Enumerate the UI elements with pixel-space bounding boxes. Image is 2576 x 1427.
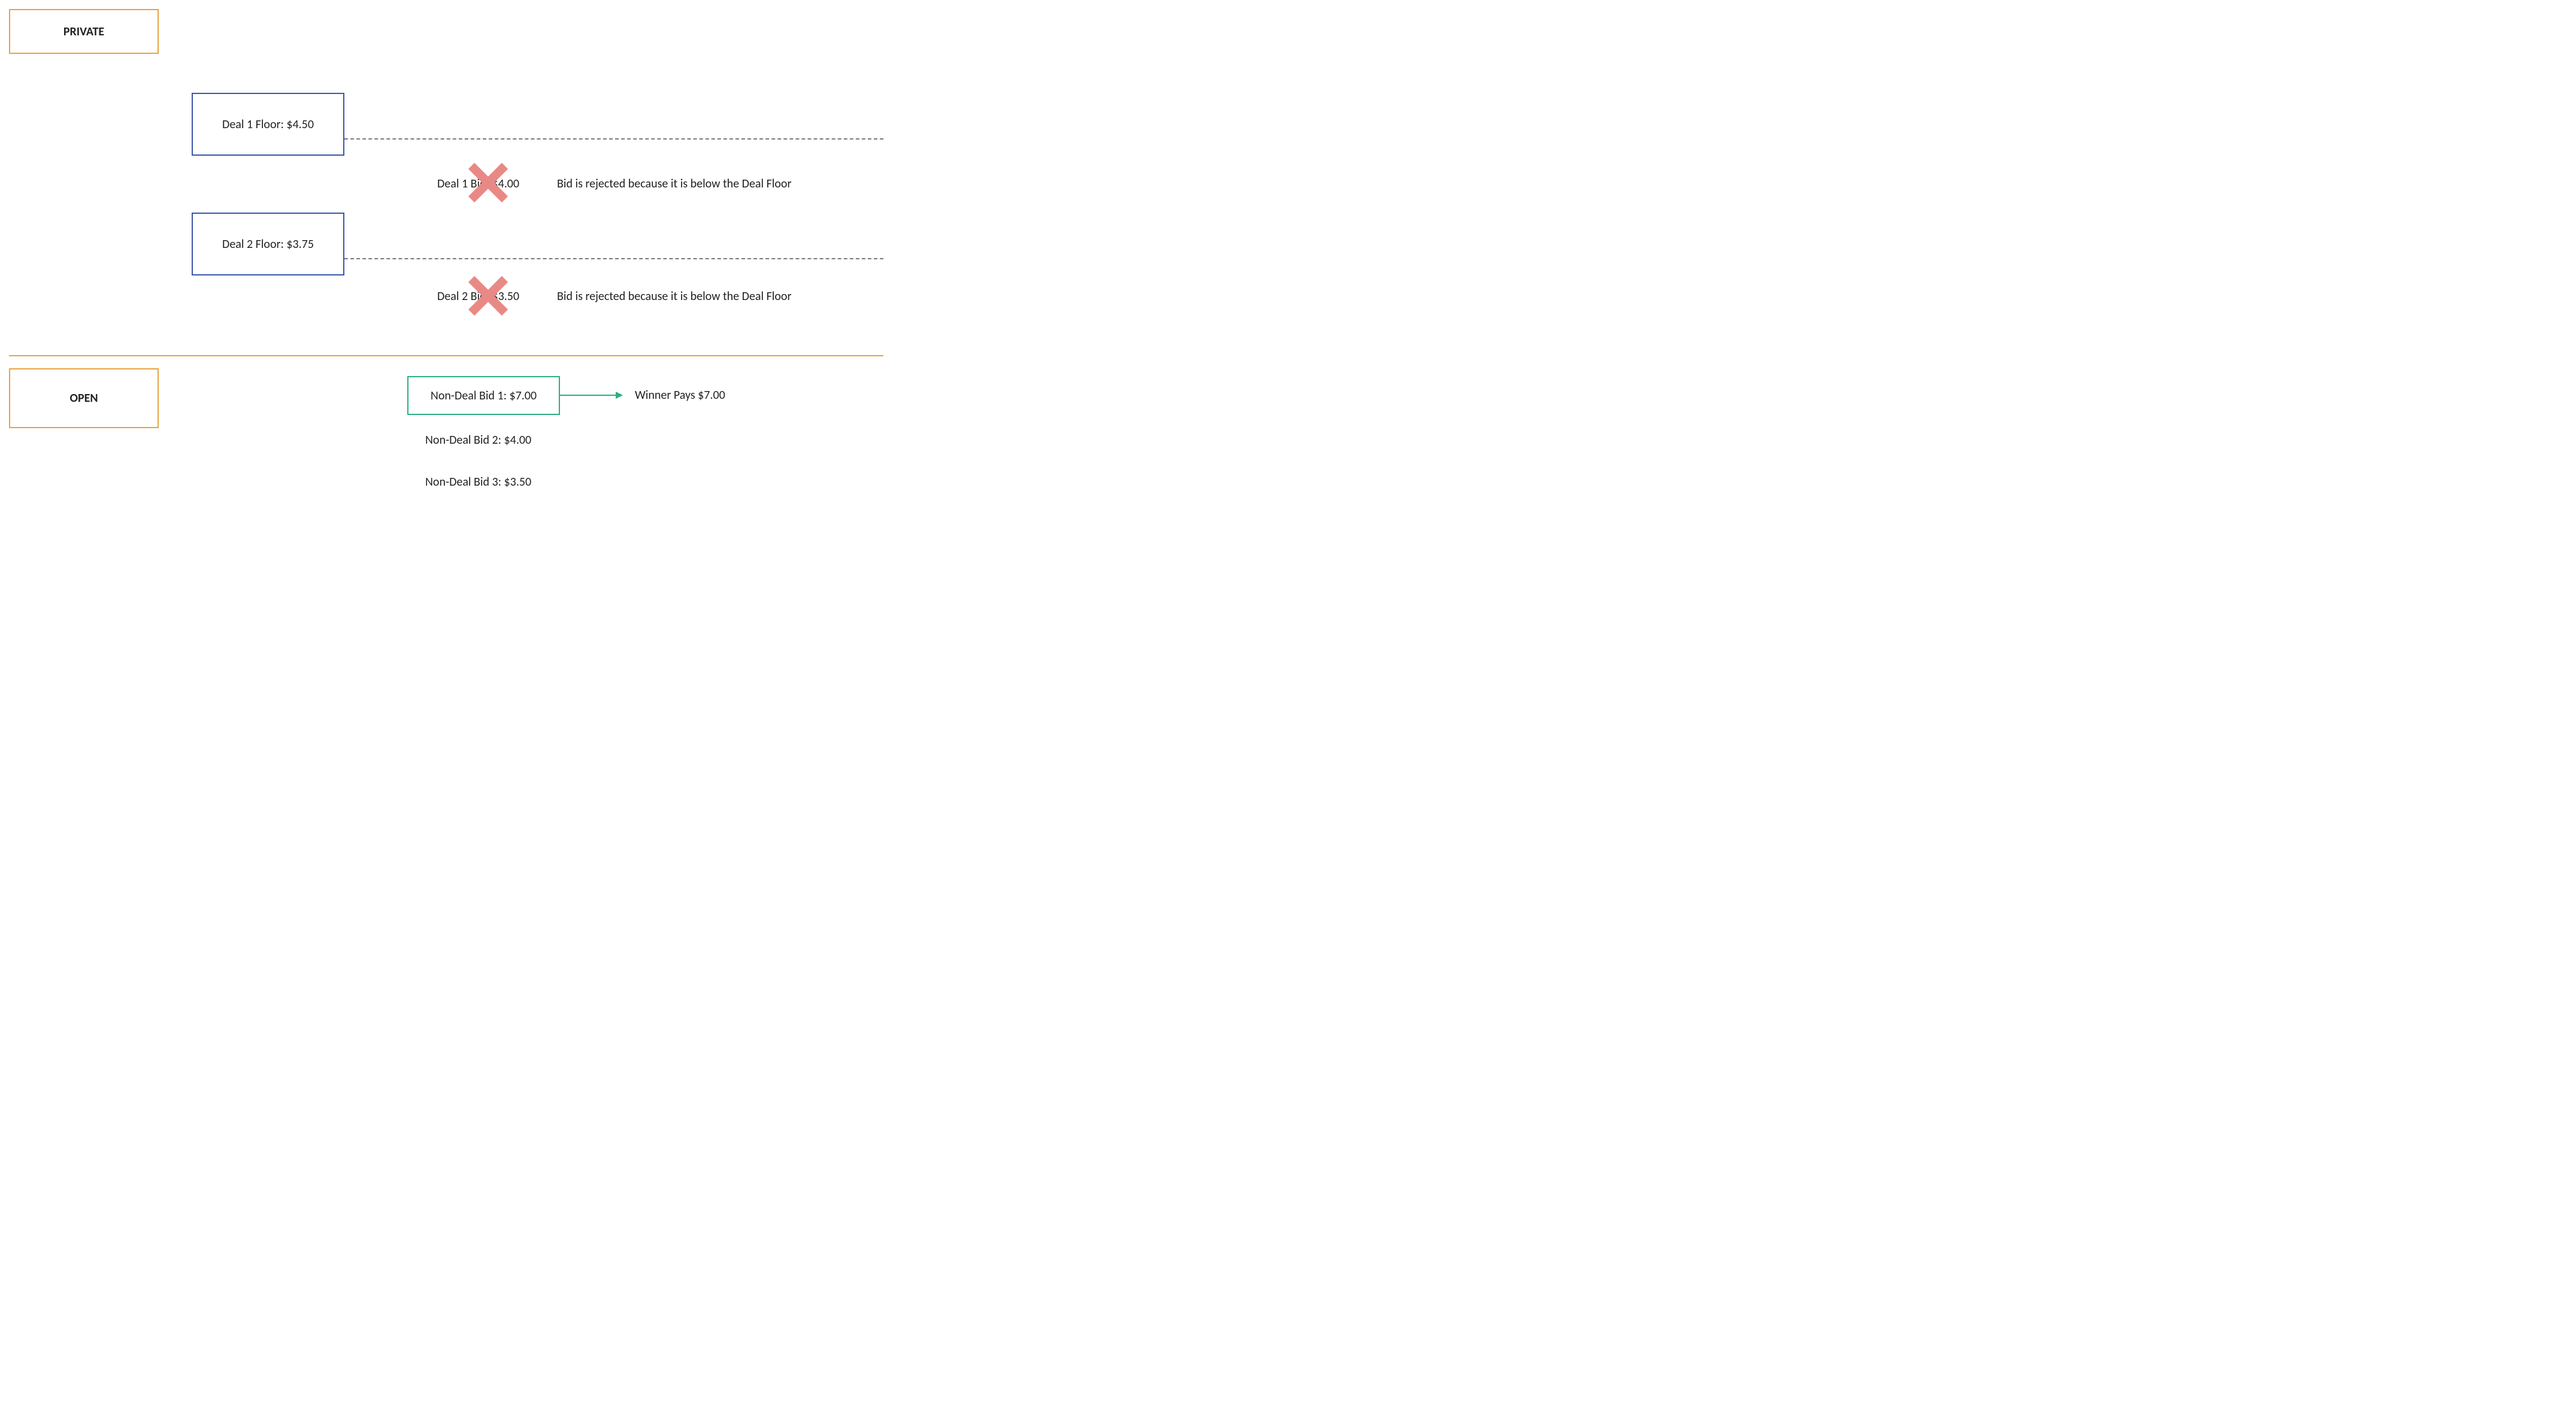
deal2-dashed-line	[344, 258, 883, 259]
non-deal-bid3-label: Non-Deal Bid 3: $3.50	[425, 475, 531, 489]
deal1-rejected-text: Bid is rejected because it is below the …	[557, 177, 791, 191]
non-deal-bid2-label: Non-Deal Bid 2: $4.00	[425, 433, 531, 447]
deal2-floor-box: Deal 2 Floor: $3.75	[192, 213, 344, 275]
non-deal-bid1-label: Non-Deal Bid 1: $7.00	[431, 389, 537, 403]
open-label: OPEN	[69, 391, 98, 405]
deal1-dashed-line	[344, 138, 883, 140]
deal1-floor-label: Deal 1 Floor: $4.50	[222, 117, 314, 132]
open-label-box: OPEN	[9, 368, 159, 428]
diagram-canvas: PRIVATE Deal 1 Floor: $4.50 Deal 1 Bid: …	[0, 0, 910, 503]
deal1-bid-label: Deal 1 Bid: $4.00	[437, 177, 519, 191]
deal2-bid-label: Deal 2 Bid: $3.50	[437, 289, 519, 304]
deal2-floor-label: Deal 2 Floor: $3.75	[222, 237, 314, 252]
private-label-box: PRIVATE	[9, 9, 159, 54]
non-deal-bid1-box: Non-Deal Bid 1: $7.00	[407, 376, 560, 415]
private-label: PRIVATE	[63, 25, 104, 39]
deal2-rejected-text: Bid is rejected because it is below the …	[557, 289, 791, 304]
deal1-floor-box: Deal 1 Floor: $4.50	[192, 93, 344, 156]
section-divider	[9, 355, 883, 356]
arrow-head-icon	[616, 392, 623, 399]
winner-text: Winner Pays $7.00	[635, 388, 725, 402]
